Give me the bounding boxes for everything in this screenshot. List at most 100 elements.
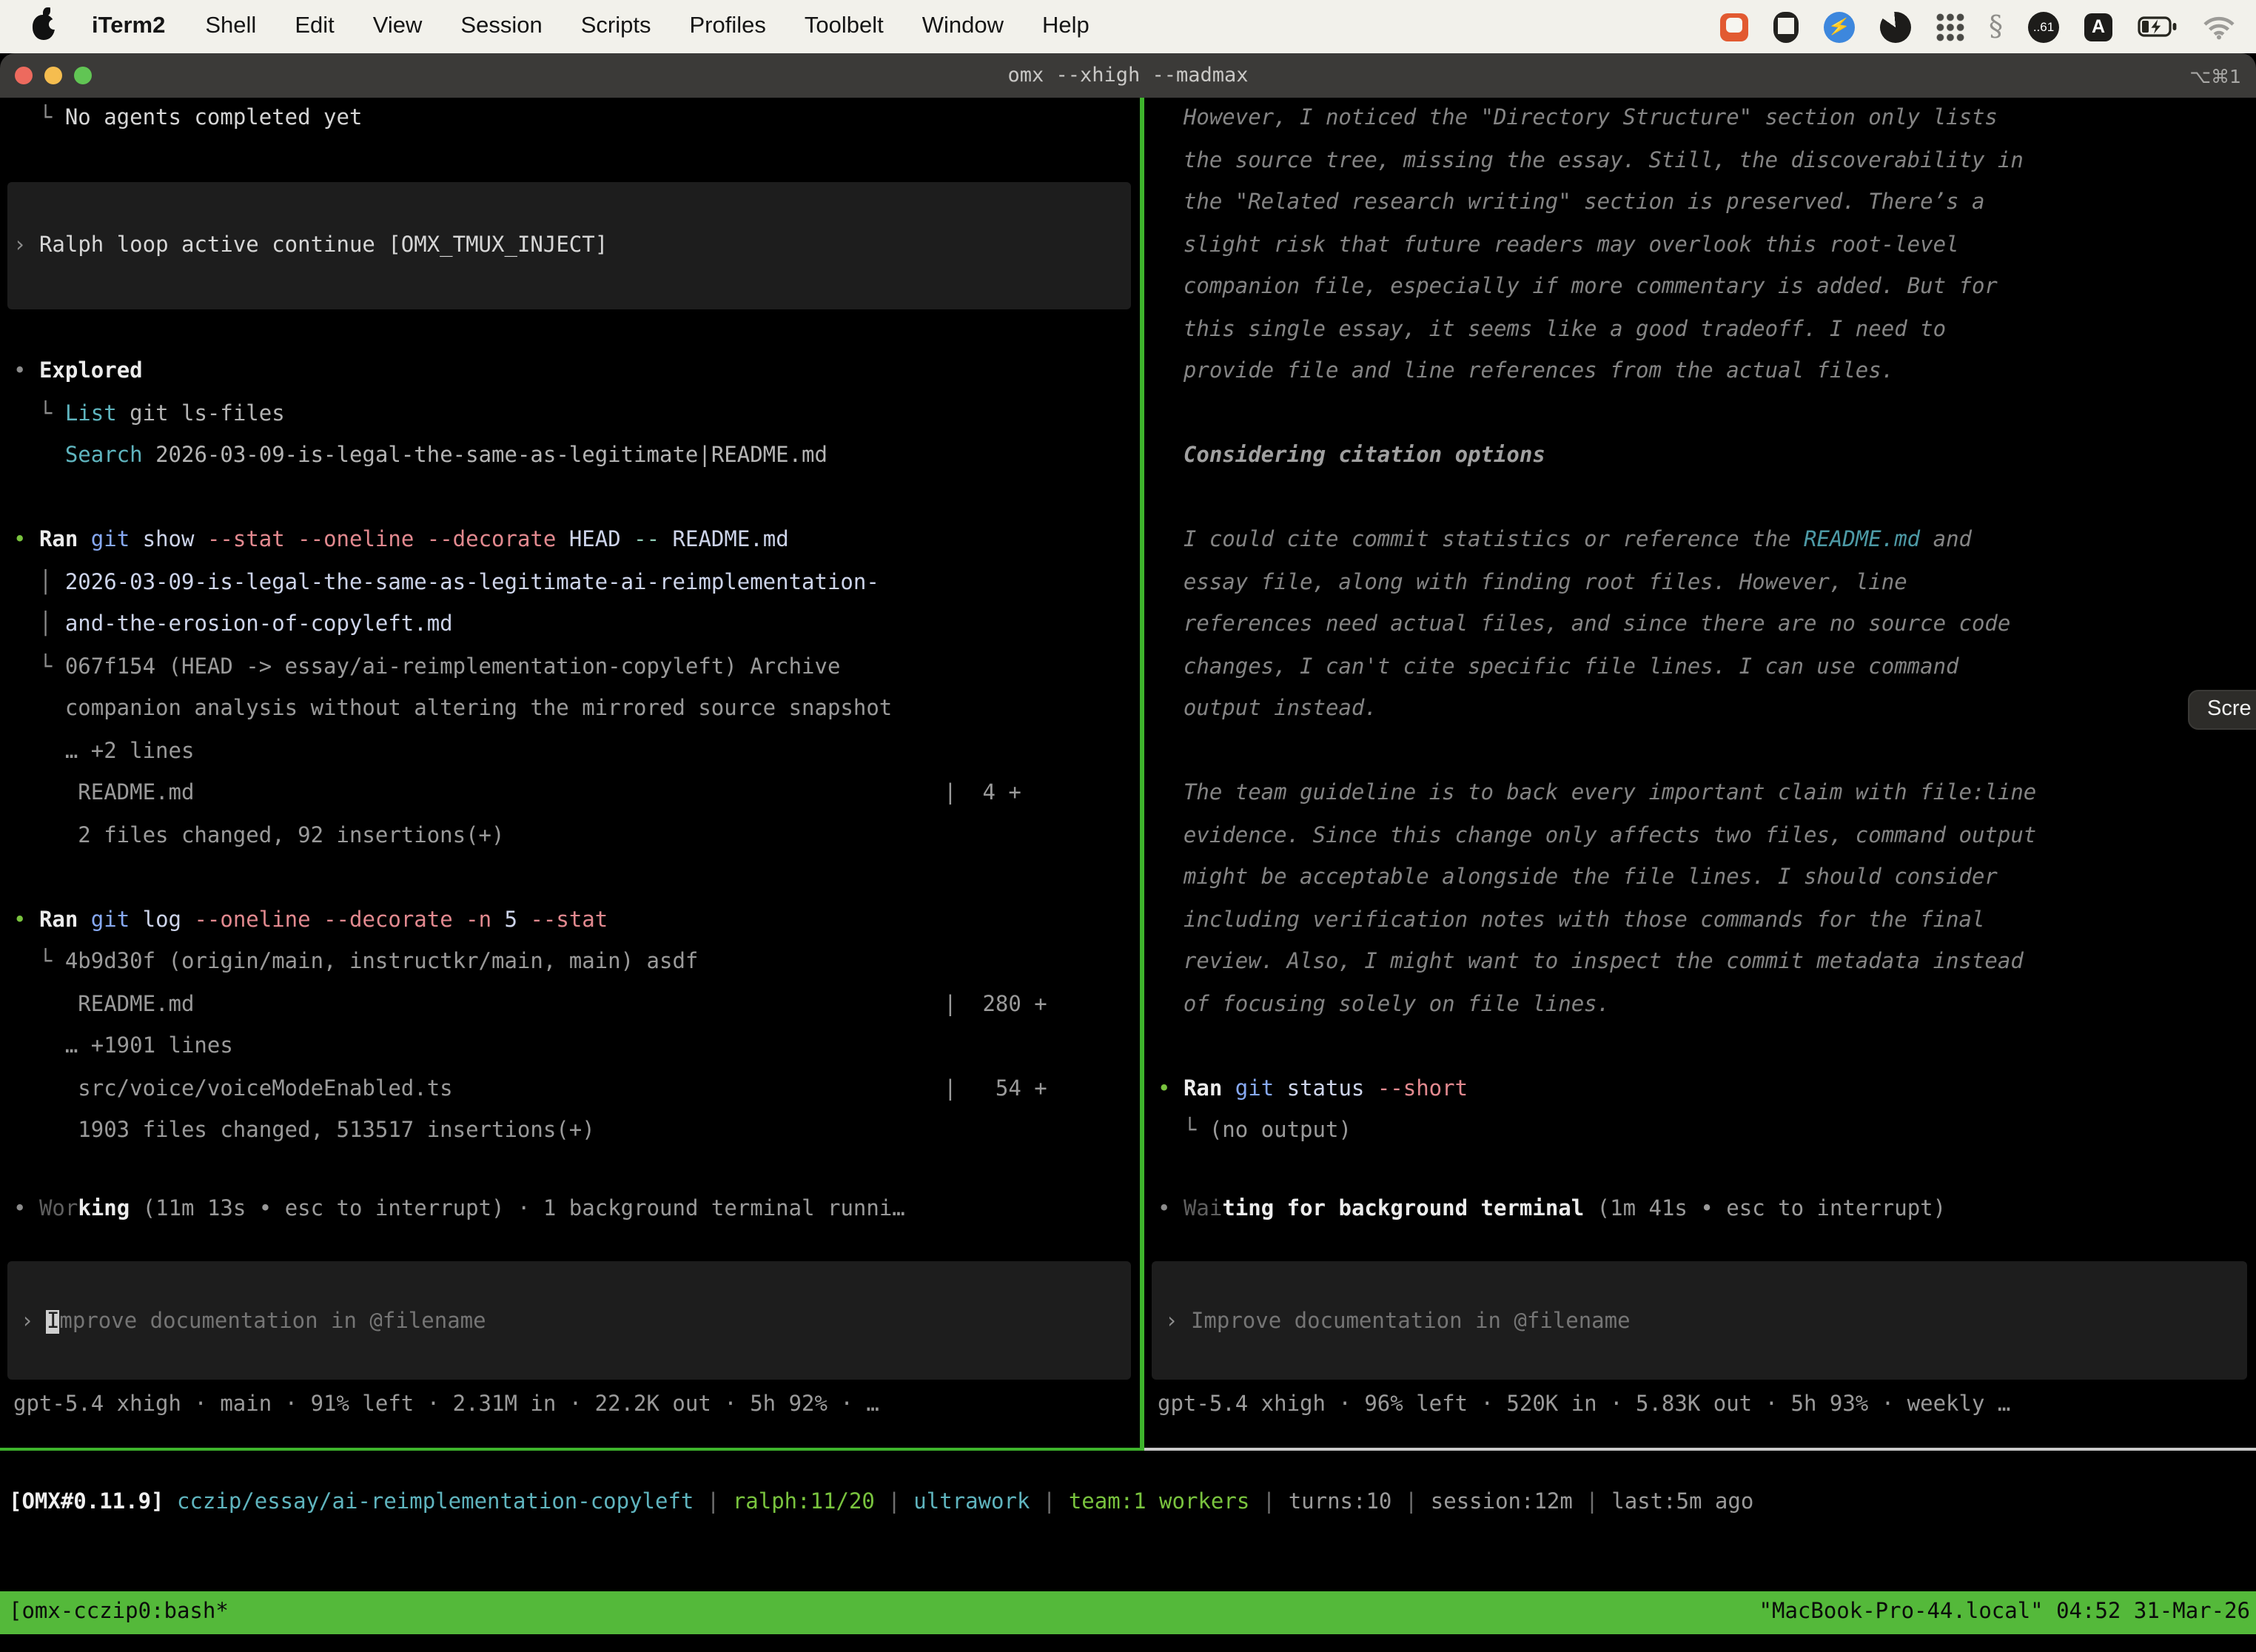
record-icon[interactable] [1879,11,1910,42]
text-segment: Wor [39,1198,78,1221]
screen-notification: Scre [2188,690,2256,730]
text-segment: turns:10 [1289,1491,1392,1514]
left-pane-bottom-border [0,1448,1140,1451]
text-segment: However, I noticed the "Directory Struct… [1158,107,1998,130]
text-segment: Search [65,444,143,468]
menu-item-toolbelt[interactable]: Toolbelt [785,13,903,40]
terminal-line [1158,477,2256,520]
text-segment: status [1287,1077,1377,1101]
text-segment: README.md | 280 + [13,993,1047,1016]
text-segment: including verification notes with those … [1158,908,1984,932]
terminal-line: • Waiting for background terminal (1m 41… [1158,1189,2256,1231]
chat-icon[interactable] [1719,13,1748,41]
terminal-line: Considering citation options [1158,435,2256,477]
text-segment: Ralph loop active continue [OMX_TMUX_INJ… [39,233,608,257]
text-segment: … +1901 lines [13,1035,233,1058]
terminal-line: › Improve documentation in @filename [21,1301,1131,1343]
model-status-text: gpt-5.4 xhigh · 96% left · 520K in · 5.8… [1158,1384,2256,1426]
terminal-line: references need actual files, and since … [1158,604,2256,646]
terminal-line: … +2 lines [13,731,1140,773]
model-status-text: gpt-5.4 xhigh · main · 91% left · 2.31M … [13,1384,1140,1426]
text-segment: Wai [1184,1198,1222,1221]
text-segment: git [91,908,143,932]
text-segment: └ [1158,1119,1209,1143]
text-segment: › [1165,1310,1191,1334]
text-segment: references need actual files, and since … [1158,613,2010,637]
text-segment: might be acceptable alongside the file l… [1158,866,1998,890]
dots-grid-icon[interactable] [1936,13,1964,41]
terminal-line: • Working (11m 13s • esc to interrupt) ·… [13,1189,1140,1231]
window-title: omx --xhigh --madmax [0,64,2256,87]
right-input-box[interactable]: › Improve documentation in @filename [1152,1261,2247,1380]
left-model-status: gpt-5.4 xhigh · main · 91% left · 2.31M … [0,1384,1140,1426]
terminal-line: • Ran git status --short [1158,1068,2256,1110]
text-segment: review. Also, I might want to inspect th… [1158,950,2024,974]
menu-item-view[interactable]: View [354,13,442,40]
right-terminal-pane[interactable]: However, I noticed the "Directory Struct… [1144,98,2256,1451]
menu-item-edit[interactable]: Edit [275,13,353,40]
terminal-line: › Ralph loop active continue [OMX_TMUX_I… [13,224,1140,266]
text-segment: • [1158,1198,1184,1221]
terminal-line: including verification notes with those … [1158,899,2256,941]
gauge-icon[interactable]: ..61 [2028,11,2059,42]
terminal-line: The team guideline is to back every impo… [1158,773,2256,815]
keyboard-layout-icon[interactable]: A [2084,13,2112,41]
terminal-line: companion file, especially if more comme… [1158,266,2256,309]
text-segment: | [1573,1491,1611,1514]
text-segment: last:5m ago [1611,1491,1753,1514]
text-segment: companion analysis without altering the … [13,697,892,721]
text-segment: I [47,1310,59,1334]
text-segment: ralph:11/20 [733,1491,875,1514]
text-segment: git [91,528,143,552]
right-pane-output: However, I noticed the "Directory Struct… [1144,98,2256,1152]
text-segment: 2026-03-09-is-legal-the-same-as-legitima… [65,571,879,594]
text-segment: 2 files changed, 92 insertions(+) [13,824,504,847]
text-segment: README.md [1804,528,1920,552]
terminal-line [13,182,1140,224]
right-working-status: • Waiting for background terminal (1m 41… [1144,1189,2256,1231]
terminal-line [13,477,1140,520]
terminal-line: output instead. [1158,688,2256,731]
battery-icon[interactable] [2138,16,2178,37]
text-segment: | [694,1491,732,1514]
terminal-line [1158,393,2256,435]
menu-item-session[interactable]: Session [441,13,561,40]
shield-icon[interactable] [1773,11,1798,42]
text-segment: (no output) [1209,1119,1352,1143]
left-pane-output: └ No agents completed yet› Ralph loop ac… [0,98,1140,1152]
menu-status-icons: ⚡ § ..61 A [1719,10,2256,43]
wifi-icon[interactable] [2203,14,2235,39]
terminal-line: • Ran git log --oneline --decorate -n 5 … [13,899,1140,941]
window-title-bar[interactable]: omx --xhigh --madmax ⌥⌘1 [0,53,2256,98]
menu-item-window[interactable]: Window [903,13,1023,40]
squiggle-icon[interactable]: § [1989,10,2003,43]
terminal-line: the "Related research writing" section i… [1158,182,2256,224]
text-segment: • [1158,1077,1184,1101]
menu-item-shell[interactable]: Shell [186,13,275,40]
menu-item-scripts[interactable]: Scripts [562,13,671,40]
terminal-line: [OMX#0.11.9] cczip/essay/ai-reimplementa… [9,1482,2256,1524]
left-input-box[interactable]: › Improve documentation in @filename [7,1261,1131,1380]
menu-item-iterm2[interactable]: iTerm2 [73,13,186,40]
text-segment: --stat [530,908,608,932]
menu-item-profiles[interactable]: Profiles [670,13,785,40]
menu-item-help[interactable]: Help [1023,13,1109,40]
text-segment [13,444,65,468]
terminal-line: └ (no output) [1158,1110,2256,1152]
apple-logo-icon[interactable] [33,14,55,39]
left-terminal-pane[interactable]: └ No agents completed yet› Ralph loop ac… [0,98,1140,1451]
badge-icon[interactable]: ⚡ [1823,11,1854,42]
text-segment: Ran [1184,1077,1235,1101]
text-segment: • [13,528,39,552]
text-segment: | [1249,1491,1288,1514]
terminal-line: evidence. Since this change only affects… [1158,815,2256,857]
text-segment: cczip/essay/ai-reimplementation-copyleft [177,1491,694,1514]
text-segment: I could cite commit statistics or refere… [1158,528,1804,552]
menu-bar: iTerm2ShellEditViewSessionScriptsProfile… [0,0,2256,53]
text-segment: [OMX#0.11.9] [9,1491,177,1514]
terminal-line: └ 4b9d30f (origin/main, instructkr/main,… [13,941,1140,984]
text-segment: └ [13,402,65,426]
text-segment: slight risk that future readers may over… [1158,233,1959,257]
text-segment: Considering citation options [1158,444,1545,468]
terminal-line: might be acceptable alongside the file l… [1158,857,2256,899]
